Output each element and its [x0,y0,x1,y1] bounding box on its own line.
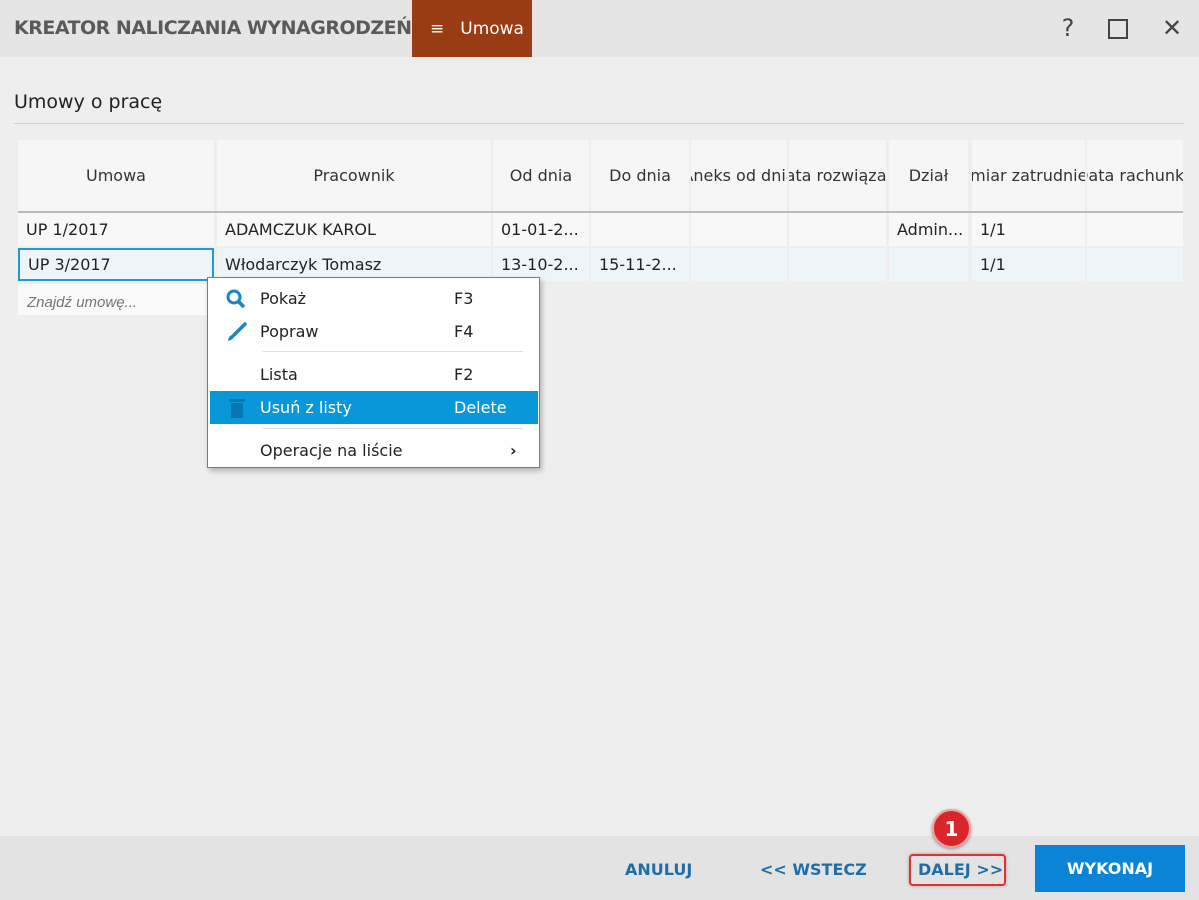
table-cell[interactable] [889,248,968,281]
footer-bar [0,836,1199,900]
column-header[interactable]: Dział [889,140,968,211]
menu-item-usun[interactable]: Usuń z listy Delete [210,391,538,424]
maximize-icon [1108,19,1128,39]
table-cell[interactable]: 15-11-2... [591,248,689,281]
divider [14,123,1184,124]
column-header[interactable]: Aneks od dnia [691,140,787,211]
hamburger-icon: ≡ [430,18,445,39]
menu-separator [263,428,523,429]
cancel-button[interactable]: ANULUJ [625,860,692,879]
window-title: KREATOR NALICZANIA WYNAGRODZEŃ [14,17,412,39]
column-header[interactable]: Data rozwiąza... [789,140,886,211]
help-button[interactable]: ? [1053,14,1083,44]
menu-item-operacje[interactable]: Operacje na liście › [210,434,538,467]
table-cell[interactable]: ADAMCZUK KAROL [217,213,491,246]
menu-item-lista[interactable]: Lista F2 [210,358,538,391]
table-cell[interactable] [1087,213,1183,246]
search-input[interactable] [18,284,208,315]
tab-label: Umowa [460,18,524,39]
column-header[interactable]: Pracownik [217,140,491,211]
column-header[interactable]: Data rachunku [1087,140,1183,211]
menu-item-popraw[interactable]: Popraw F4 [210,315,538,348]
context-menu: Pokaż F3 Popraw F4 Lista F2 Usuń z listy Del… [207,277,540,468]
menu-item-pokaz[interactable]: Pokaż F3 [210,282,538,315]
table-cell[interactable]: 01-01-2... [493,213,589,246]
column-header[interactable]: Wymiar zatrudnienia [972,140,1085,211]
trash-icon [229,399,245,418]
menu-separator [263,351,523,352]
table-cell[interactable] [789,248,886,281]
column-header[interactable]: Umowa [18,140,214,211]
close-button[interactable]: ✕ [1157,14,1187,44]
table-cell[interactable] [591,213,689,246]
close-icon: ✕ [1161,14,1183,42]
step-badge: 1 [932,809,971,848]
table-cell[interactable] [789,213,886,246]
table-cell[interactable]: UP 1/2017 [18,213,214,246]
execute-button[interactable]: WYKONAJ [1035,845,1185,892]
column-header[interactable]: Do dnia [591,140,689,211]
next-button[interactable]: DALEJ >> [918,860,1003,879]
section-title: Umowy o pracę [14,91,163,113]
table-cell[interactable] [691,248,787,281]
search-icon [226,289,246,309]
table-cell[interactable]: UP 3/2017 [18,248,214,281]
brush-icon [228,322,247,341]
table-cell[interactable]: 1/1 [972,213,1085,246]
back-button[interactable]: << WSTECZ [760,860,867,879]
column-header[interactable]: Od dnia [493,140,589,211]
umowa-tab[interactable]: ≡ Umowa [412,0,532,57]
chevron-right-icon: › [510,441,517,460]
table-cell[interactable] [691,213,787,246]
maximize-button[interactable] [1103,14,1133,44]
table-cell[interactable]: Admin... [889,213,968,246]
table-cell[interactable] [1087,248,1183,281]
table-cell[interactable]: 1/1 [972,248,1085,281]
